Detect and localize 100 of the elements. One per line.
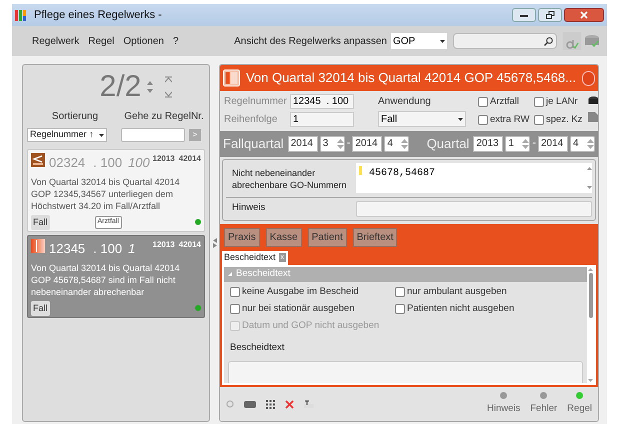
window-title: Pflege eines Regelwerks -	[34, 8, 162, 23]
delete-icon[interactable]	[285, 400, 294, 408]
previous-icon[interactable]	[147, 81, 154, 85]
option-label: nur ambulant ausgeben	[407, 284, 507, 298]
splitter-arrows-icon[interactable]	[212, 238, 216, 248]
collapse-icon[interactable]	[228, 272, 232, 276]
search-field[interactable]	[453, 33, 557, 49]
section-button[interactable]: Kasse	[266, 228, 302, 246]
spellcheck-icon[interactable]	[563, 32, 581, 50]
dropdown-arrow-icon	[99, 134, 104, 136]
close-button[interactable]	[564, 8, 604, 22]
checkbox-label: Arztfall	[490, 95, 520, 109]
goto-field[interactable]	[121, 128, 185, 142]
rule-counter: 2/2	[100, 71, 142, 103]
checkbox[interactable]	[395, 286, 405, 297]
year-field[interactable]: 2014	[288, 136, 318, 152]
dropdown-arrow-icon	[440, 40, 445, 42]
checkbox-label: extra RW	[490, 113, 530, 128]
next-icon[interactable]	[147, 89, 154, 93]
application-dropdown[interactable]: Fall	[378, 111, 466, 127]
view-label: Ansicht des Regelwerks anpassen	[234, 34, 387, 48]
rule-quarter: 42014	[178, 153, 201, 165]
scroll-arrows-icon[interactable]	[587, 166, 592, 190]
rule-code: 12345	[49, 240, 86, 258]
minimize-icon	[520, 13, 528, 17]
checkbox[interactable]	[478, 97, 488, 108]
status-label: Fehler	[530, 402, 558, 416]
option-label: keine Ausgabe im Bescheid	[242, 284, 359, 298]
quarter-spinner[interactable]: 4	[384, 136, 410, 152]
year-field[interactable]: 2013	[473, 136, 504, 152]
last-icon[interactable]	[165, 91, 172, 98]
gop-field[interactable]: 45678,54687	[356, 162, 592, 192]
rule-number-field[interactable]: 12345 . 100	[290, 94, 354, 109]
spinner-arrows-icon[interactable]	[587, 138, 594, 150]
tag: Fall	[31, 300, 50, 316]
goto-label: Gehe zu RegelNr.	[123, 110, 205, 124]
db-check-icon[interactable]	[583, 32, 601, 50]
tool-icon[interactable]	[226, 400, 234, 408]
field-label: Regelnummer	[224, 95, 288, 109]
menu-item[interactable]: Optionen	[123, 34, 164, 48]
dropdown-arrow-icon	[458, 118, 463, 120]
checkbox[interactable]	[395, 304, 405, 314]
minimize-button[interactable]	[512, 8, 536, 22]
checkbox[interactable]	[230, 304, 240, 314]
option-label: Datum und GOP nicht ausgeben	[242, 319, 380, 333]
checkbox[interactable]	[534, 97, 544, 108]
restore-icon	[546, 11, 554, 19]
scroll-up-icon[interactable]	[588, 266, 593, 270]
quarter-spinner[interactable]: 4	[570, 136, 595, 152]
scroll-down-icon[interactable]	[588, 379, 593, 383]
status-label: Regel	[567, 402, 592, 416]
field-label: Reihenfolge	[224, 113, 278, 127]
detail-title: Von Quartal 32014 bis Quartal 42014 GOP 45678,5468...	[246, 69, 576, 88]
option-label: Patienten nicht ausgeben	[407, 302, 514, 316]
spinner-arrows-icon[interactable]	[522, 138, 530, 150]
menu-item[interactable]: Regelwerk	[32, 34, 80, 48]
checkbox[interactable]	[534, 115, 544, 126]
status-label: Hinweis	[486, 402, 520, 416]
field-label: Anwendung	[378, 95, 432, 109]
range-separator: -	[346, 136, 350, 152]
spinner-arrows-icon[interactable]	[401, 138, 408, 150]
checkbox[interactable]	[230, 286, 240, 297]
search-icon[interactable]	[544, 36, 553, 46]
quarter-label: Quartal	[426, 134, 470, 153]
checkbox[interactable]	[478, 115, 488, 126]
view-dropdown[interactable]: GOP	[391, 33, 447, 49]
rule-quarter: 12013	[152, 239, 175, 251]
order-field[interactable]: 1	[290, 112, 354, 127]
year-field[interactable]: 2014	[352, 136, 382, 152]
range-separator: -	[532, 136, 536, 152]
rule-number: 1	[128, 240, 136, 258]
quarter-spinner[interactable]: 3	[320, 136, 345, 152]
scrollbar[interactable]	[587, 266, 594, 383]
rule-suffix: . 100	[93, 240, 122, 258]
grid-icon[interactable]	[266, 400, 275, 408]
spinner-arrows-icon[interactable]	[336, 138, 344, 150]
rule-suffix: . 100	[93, 154, 122, 172]
document-icon[interactable]	[588, 112, 598, 122]
quarter-label: Fallquartal	[223, 134, 284, 153]
first-icon[interactable]	[165, 76, 172, 83]
menu-item[interactable]: Regel	[88, 34, 114, 48]
text-tool-icon[interactable]	[304, 400, 314, 408]
quarter-spinner[interactable]: 1	[505, 136, 530, 152]
hint-field[interactable]	[356, 200, 592, 216]
gop-value: 45678,54687	[369, 166, 436, 180]
notice-text-field[interactable]	[228, 360, 583, 383]
rule-quarter: 12013	[152, 153, 175, 165]
sort-dropdown[interactable]: Regelnummer ↑	[27, 128, 107, 142]
section-button[interactable]: Praxis	[224, 228, 260, 246]
section-button[interactable]: Brieftext	[352, 228, 398, 246]
year-field[interactable]: 2014	[538, 136, 568, 152]
rule-code: 02324	[49, 154, 86, 172]
menu-item[interactable]: ?	[172, 34, 179, 48]
checkbox-label: je LANr	[546, 95, 578, 109]
rule-card[interactable]: 12345 . 100 1 12013 42014 Von Quartal 32014 bis Quartal 42014 GOP 45678,54687 sind im Fall nicht nebeneinander abrechenbar Fall	[27, 235, 205, 318]
rule-description: Von Quartal 32014 bis Quartal 42014 GOP 12345,34567 unterliegen dem Höchstwert 34.20 im Fall/Arztfall	[31, 176, 181, 212]
text-label: Bescheidtext	[229, 341, 286, 356]
stack-icon[interactable]	[588, 96, 598, 106]
restore-button[interactable]	[538, 8, 562, 22]
section-button[interactable]: Patient	[308, 228, 347, 246]
